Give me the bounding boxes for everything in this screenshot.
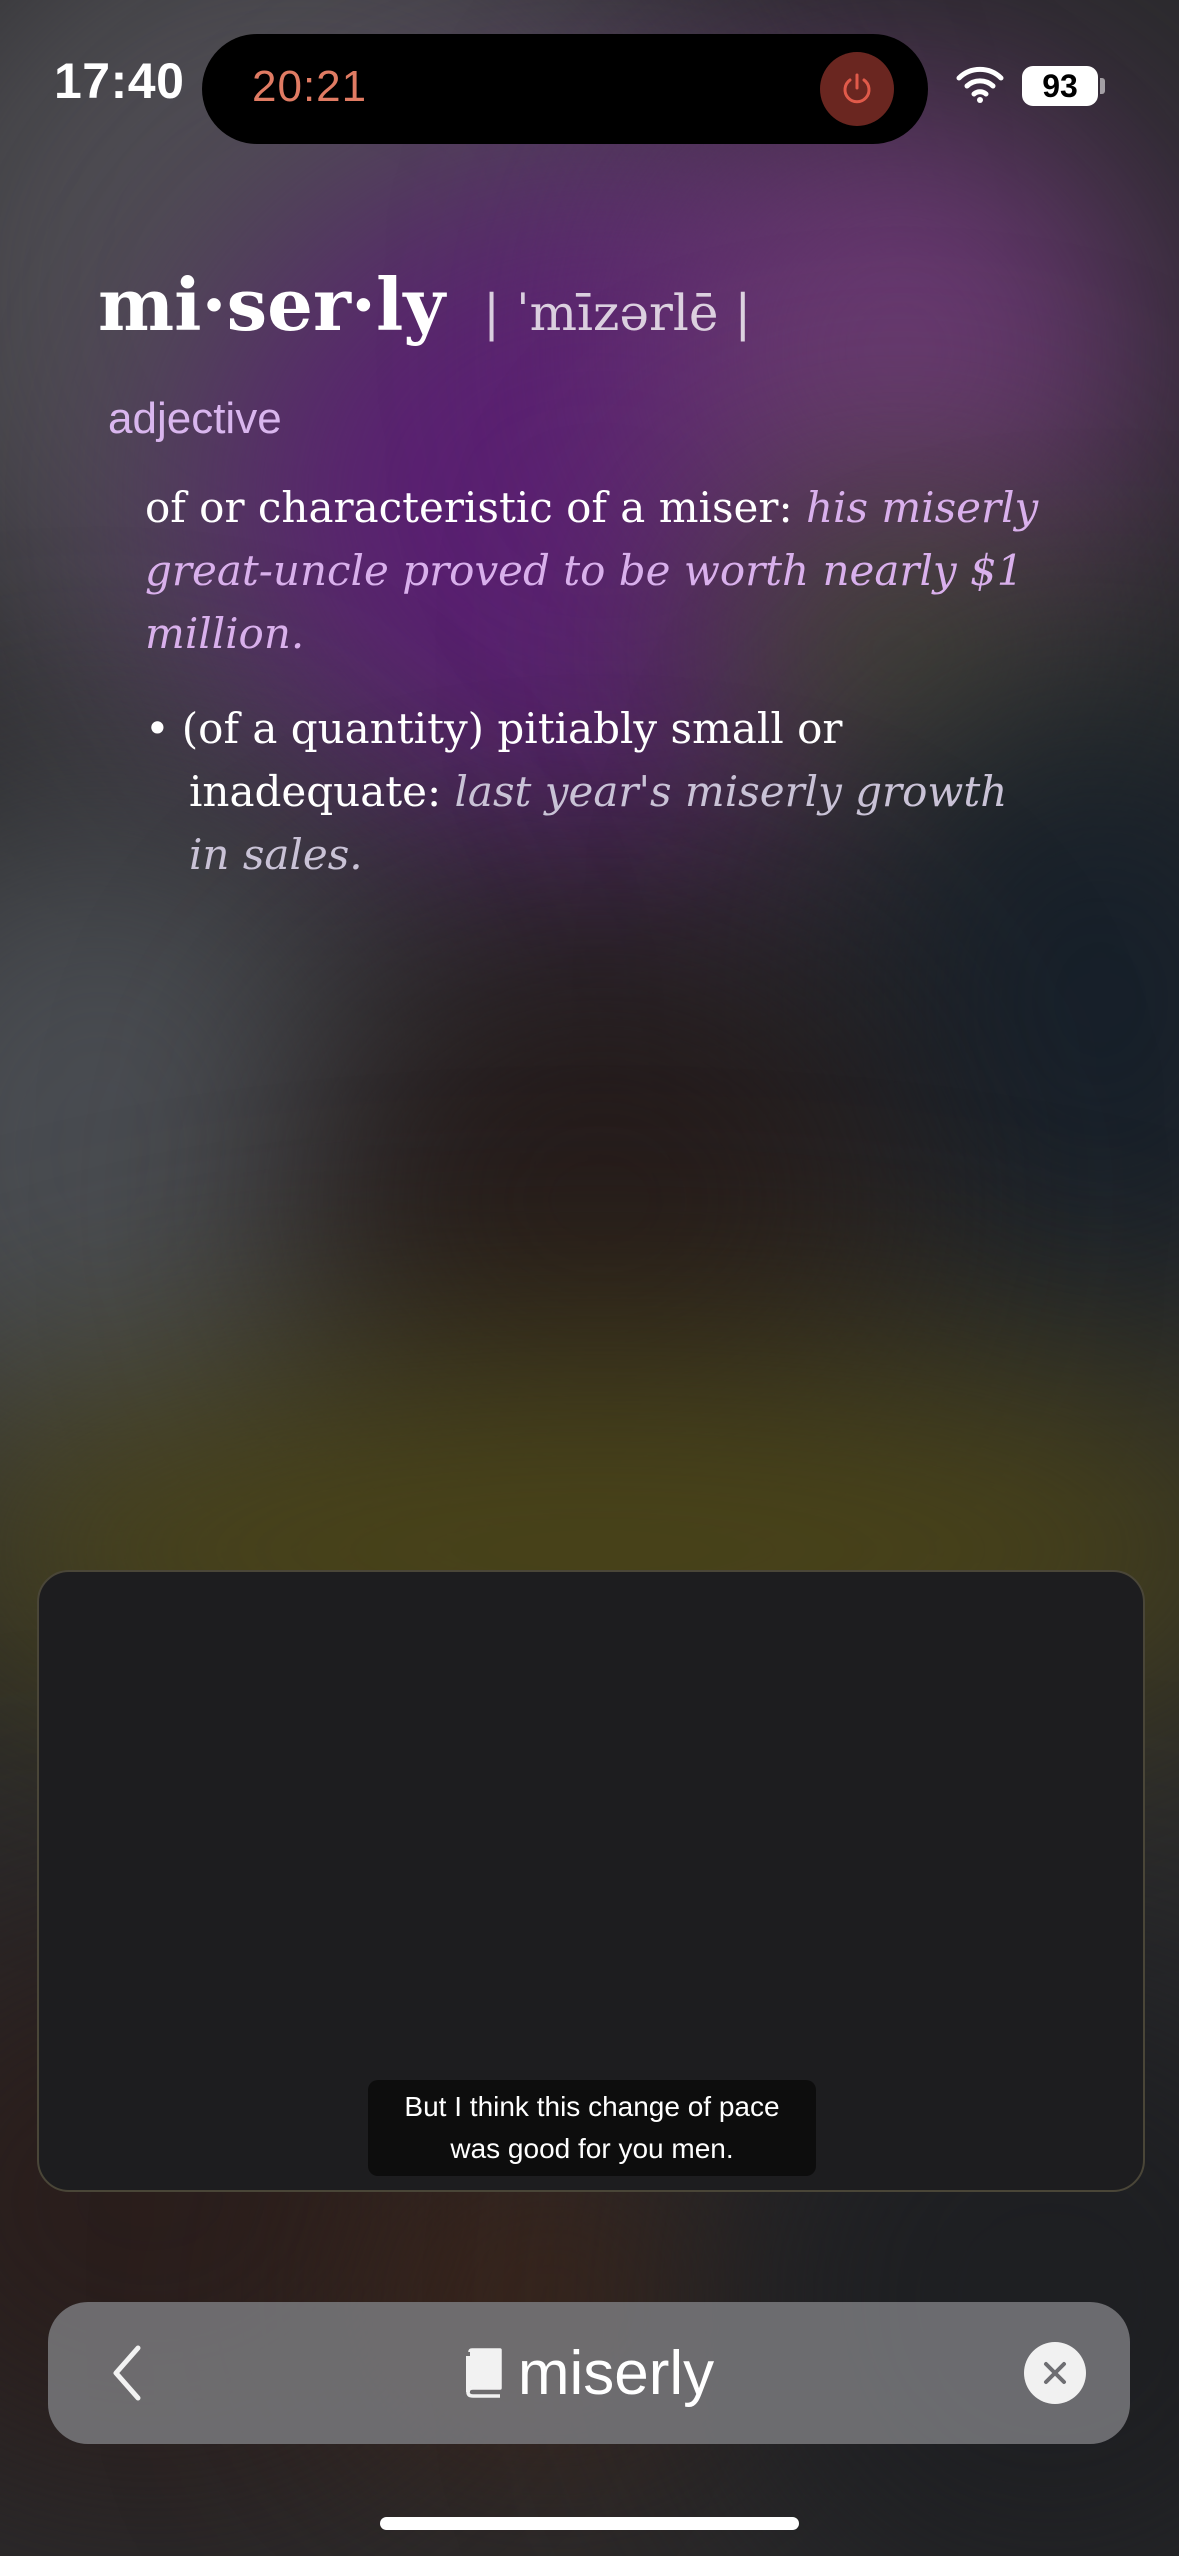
power-icon[interactable] xyxy=(820,52,894,126)
battery-cap xyxy=(1100,78,1105,94)
definition-text: of or characteristic of a miser xyxy=(145,483,779,532)
headword: mi·ser·ly xyxy=(98,262,446,347)
clear-icon[interactable] xyxy=(1024,2342,1086,2404)
home-indicator[interactable] xyxy=(380,2517,799,2530)
island-timer: 20:21 xyxy=(252,62,368,111)
dynamic-island[interactable]: 20:21 xyxy=(202,34,928,144)
definition-sense-1: of or characteristic of a miser: his mis… xyxy=(145,476,1045,665)
pronunciation: | ˈmīzərlē | xyxy=(483,284,752,342)
lookup-search-bar[interactable]: miserly xyxy=(48,2302,1130,2444)
entry-header: mi·ser·ly | ˈmīzərlē | xyxy=(98,262,751,347)
book-icon xyxy=(464,2348,504,2398)
subtitle-caption: But I think this change of pace was good… xyxy=(368,2080,816,2176)
back-chevron-icon[interactable] xyxy=(92,2338,162,2408)
definition-separator: : xyxy=(426,767,455,816)
status-time: 17:40 xyxy=(54,53,185,109)
definition-text-continued: inadequate xyxy=(189,767,427,816)
definition-separator: : xyxy=(778,483,806,532)
caption-line: was good for you men. xyxy=(450,2133,734,2164)
battery-icon: 93 xyxy=(1022,66,1098,106)
definition-text: (of a quantity) pitiably small or xyxy=(181,704,843,753)
search-query-display: miserly xyxy=(48,2302,1130,2444)
part-of-speech: adjective xyxy=(108,394,282,443)
caption-line: But I think this change of pace xyxy=(404,2091,780,2122)
bullet: • xyxy=(145,704,170,753)
wifi-icon xyxy=(956,66,1004,109)
definition-sense-2: • (of a quantity) pitiably small or inade… xyxy=(145,697,1045,886)
search-query: miserly xyxy=(517,2338,715,2408)
